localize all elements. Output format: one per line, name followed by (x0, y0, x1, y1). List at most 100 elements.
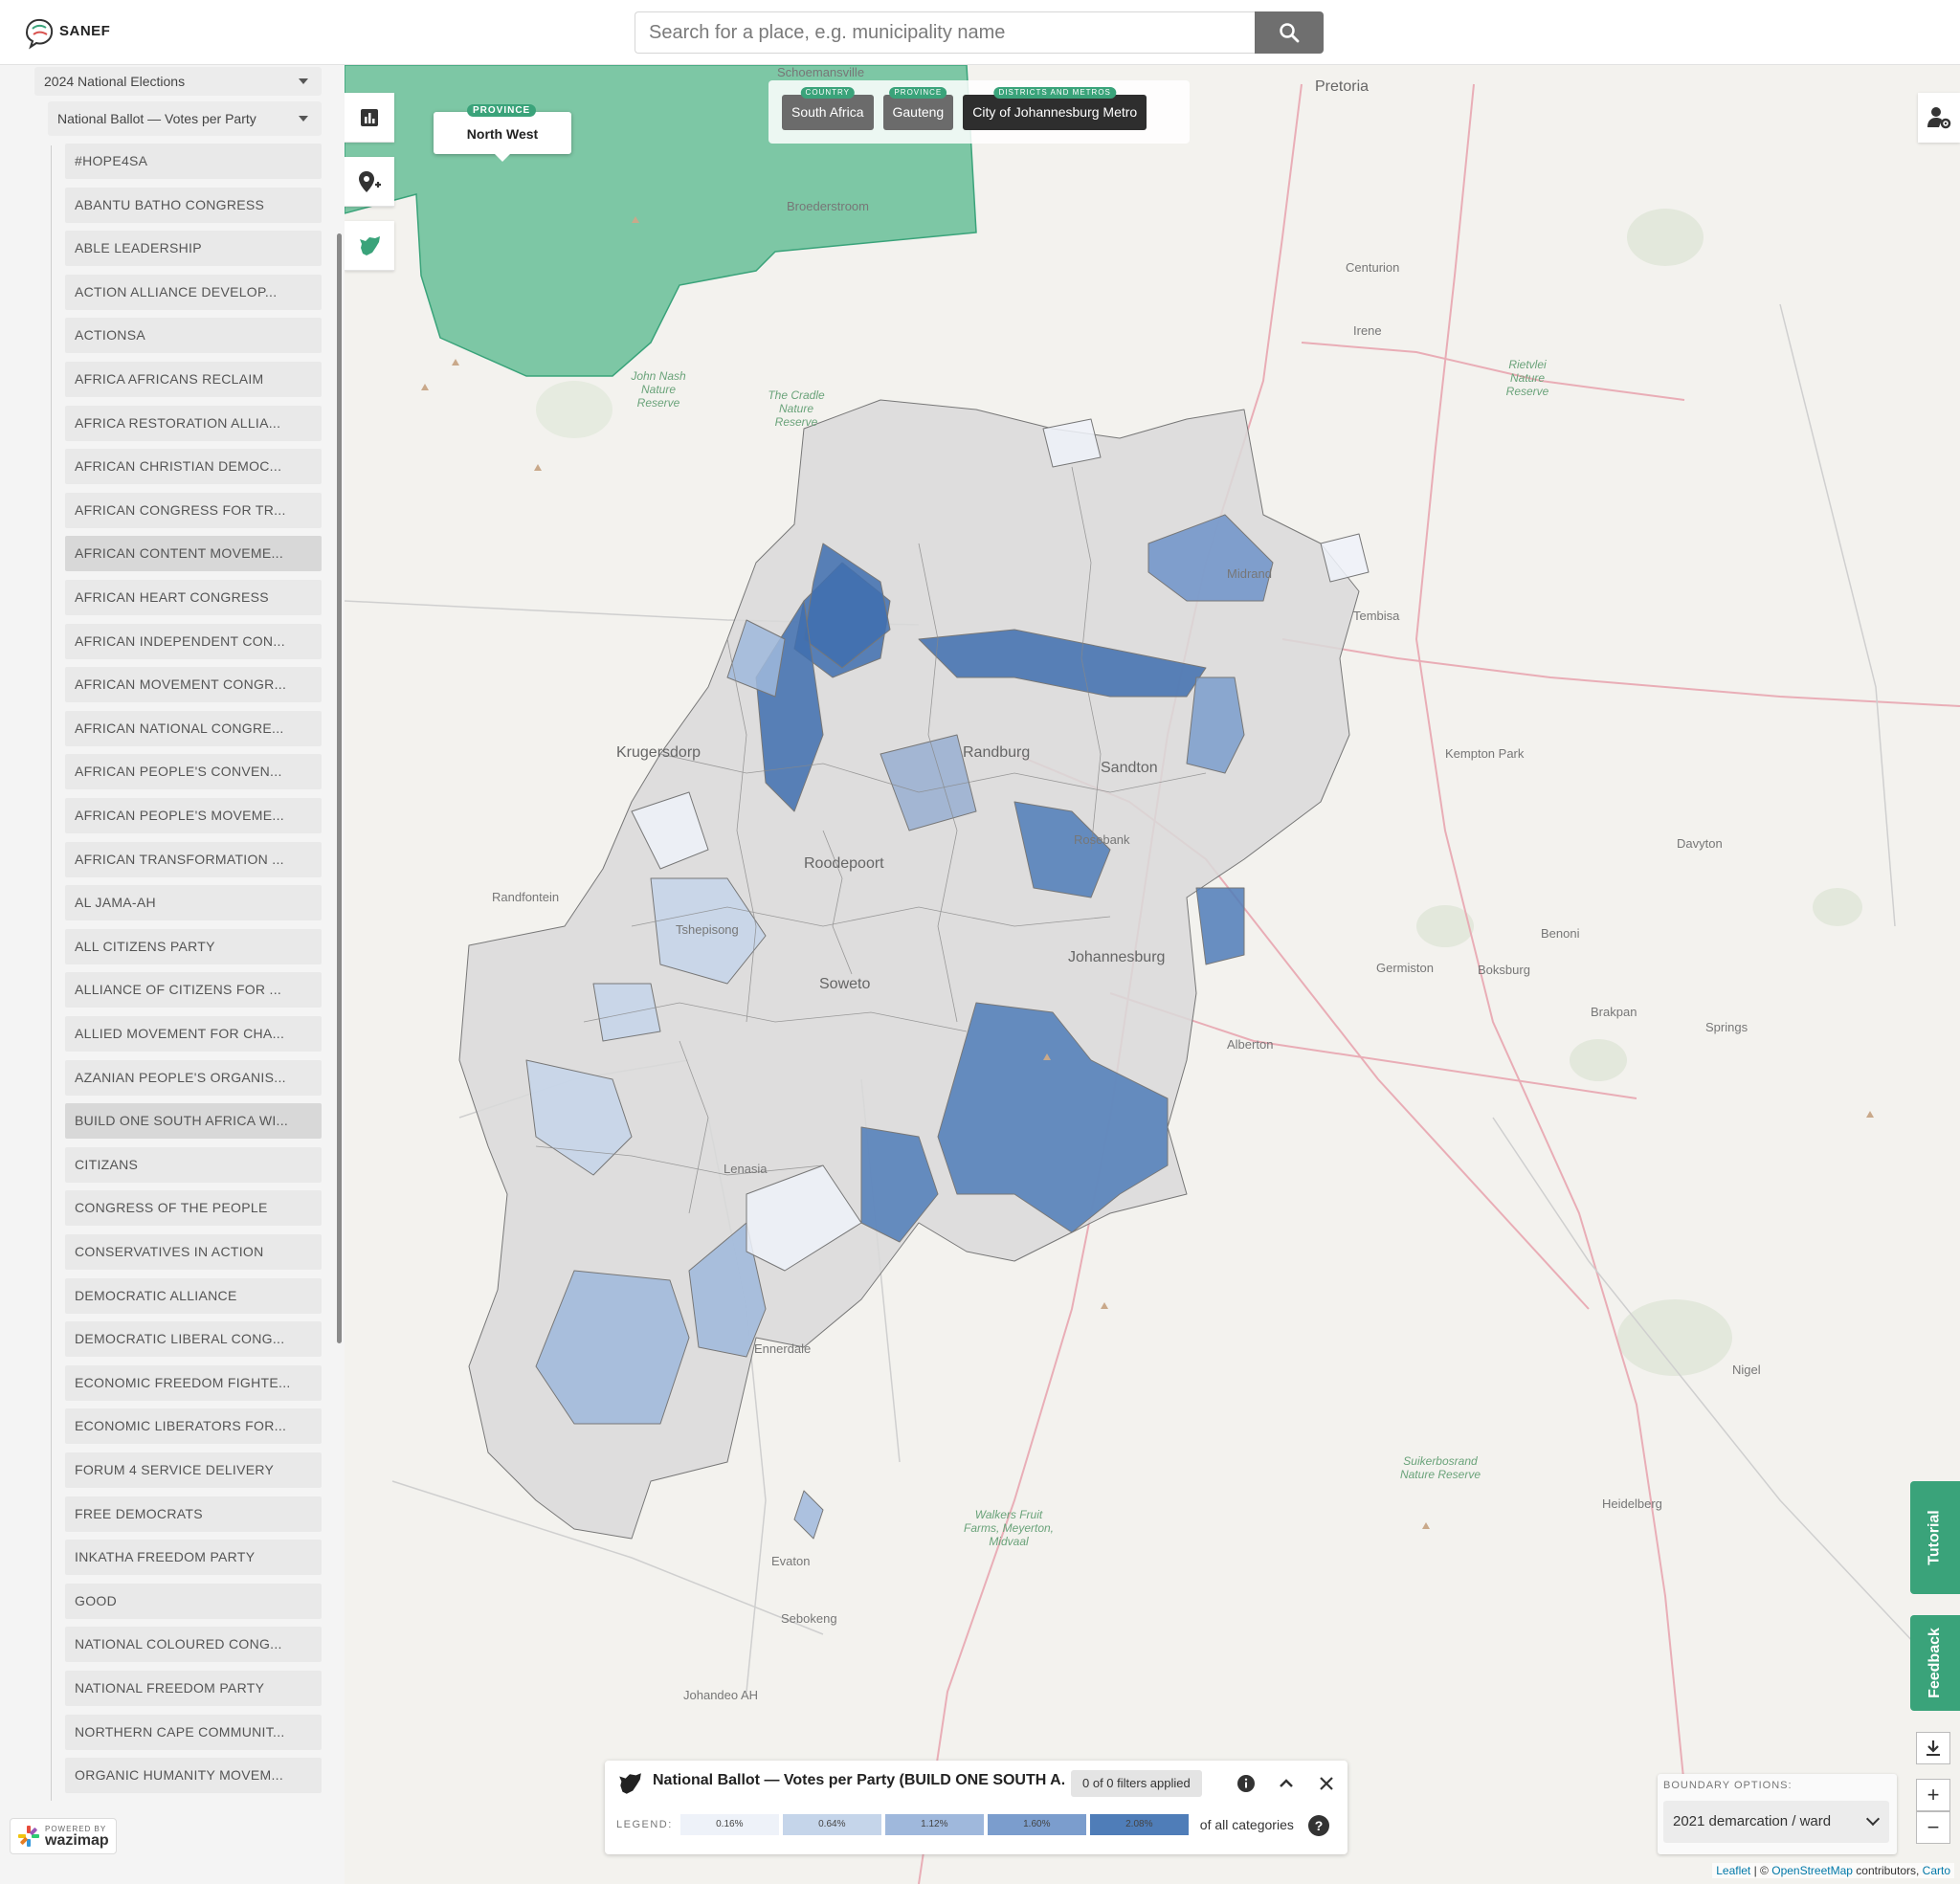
party-item[interactable]: AFRICA AFRICANS RECLAIM (65, 362, 322, 397)
breadcrumb-country[interactable]: COUNTRY South Africa (782, 86, 874, 130)
sanef-logo[interactable]: SANEF (23, 11, 110, 54)
feedback-tab[interactable]: Feedback (1910, 1615, 1960, 1711)
party-item[interactable]: ORGANIC HUMANITY MOVEM... (65, 1758, 322, 1794)
ballot-dropdown[interactable]: National Ballot — Votes per Party (48, 101, 322, 136)
party-item[interactable]: AFRICAN PEOPLE'S MOVEME... (65, 798, 322, 833)
label-cradle: The Cradle Nature Reserve (768, 388, 825, 429)
legend-swatch: 2.08% (1089, 1814, 1189, 1835)
download-button[interactable] (1916, 1732, 1950, 1764)
party-item[interactable]: #HOPE4SA (65, 144, 322, 179)
label-krugersdorp: Krugersdorp (616, 744, 702, 761)
party-item[interactable]: DEMOCRATIC ALLIANCE (65, 1277, 322, 1314)
attrib-contrib: contributors, (1852, 1864, 1923, 1877)
search-button[interactable] (1255, 11, 1324, 54)
label-sandton: Sandton (1101, 760, 1158, 776)
party-item[interactable]: CONSERVATIVES IN ACTION (65, 1234, 322, 1270)
leaflet-link[interactable]: Leaflet (1716, 1864, 1750, 1877)
party-item[interactable]: ABLE LEADERSHIP (65, 231, 322, 267)
add-point-button[interactable] (345, 157, 394, 207)
party-item[interactable]: NATIONAL FREEDOM PARTY (65, 1671, 322, 1706)
map-area[interactable]: Pretoria Centurion Irene Krugersdorp Ran… (345, 65, 1960, 1884)
party-item[interactable]: AFRICAN CHRISTIAN DEMOC... (65, 449, 322, 485)
party-item[interactable]: GOOD (65, 1583, 322, 1619)
breadcrumb: COUNTRY South Africa PROVINCE Gauteng DI… (768, 80, 1190, 144)
label-benoni: Benoni (1541, 926, 1580, 941)
party-item[interactable]: FORUM 4 SERVICE DELIVERY (65, 1452, 322, 1488)
search-icon (1280, 23, 1300, 43)
party-item[interactable]: AL JAMA-AH (65, 885, 322, 921)
party-item[interactable]: ALLIED MOVEMENT FOR CHA... (65, 1016, 322, 1052)
party-item[interactable]: ECONOMIC LIBERATORS FOR... (65, 1408, 322, 1445)
info-icon (1237, 1775, 1255, 1792)
map-layer-button[interactable] (345, 221, 394, 271)
label-roodepoort: Roodepoort (804, 855, 884, 872)
party-item[interactable]: ALLIANCE OF CITIZENS FOR ... (65, 972, 322, 1008)
party-item[interactable]: ALL CITIZENS PARTY (65, 928, 322, 964)
party-item[interactable]: NORTHERN CAPE COMMUNIT... (65, 1714, 322, 1750)
osm-link[interactable]: OpenStreetMap (1771, 1864, 1853, 1877)
party-item[interactable]: AFRICAN PEOPLE'S CONVEN... (65, 754, 322, 790)
user-settings-button[interactable] (1918, 93, 1960, 143)
map-pin-plus-icon (359, 170, 381, 192)
sidebar-scrollbar[interactable] (337, 233, 342, 1343)
carto-link[interactable]: Carto (1923, 1864, 1950, 1877)
label-johannesburg: Johannesburg (1068, 949, 1166, 965)
search-input[interactable] (635, 11, 1255, 54)
collapse-button[interactable] (1277, 1774, 1296, 1793)
party-item[interactable]: BUILD ONE SOUTH AFRICA WI... (65, 1103, 322, 1140)
filters-badge[interactable]: 0 of 0 filters applied (1071, 1770, 1202, 1797)
party-item[interactable]: ABANTU BATHO CONGRESS (65, 187, 322, 223)
party-item[interactable]: DEMOCRATIC LIBERAL CONG... (65, 1321, 322, 1358)
legend-row: LEGEND: 0.16% 0.64% 1.12% 1.60% 2.08% of… (616, 1814, 1294, 1835)
breadcrumb-tag: PROVINCE (889, 86, 947, 99)
breadcrumb-metro[interactable]: DISTRICTS AND METROS City of Johannesbur… (963, 86, 1147, 130)
label-walkers: Walkers Fruit Farms, Meyerton, Midvaal (963, 1508, 1055, 1548)
party-item[interactable]: AFRICAN CONTENT MOVEME... (65, 536, 322, 572)
info-button[interactable] (1236, 1774, 1256, 1793)
party-item[interactable]: AFRICAN NATIONAL CONGRE... (65, 710, 322, 746)
label-brakpan: Brakpan (1591, 1005, 1637, 1019)
party-item[interactable]: NATIONAL COLOURED CONG... (65, 1627, 322, 1663)
party-item[interactable]: ECONOMIC FREEDOM FIGHTE... (65, 1364, 322, 1401)
label-tembisa: Tembisa (1353, 609, 1400, 623)
chevron-up-icon (1280, 1779, 1293, 1787)
tutorial-tab[interactable]: Tutorial (1910, 1481, 1960, 1594)
zoom-out-button[interactable]: − (1916, 1811, 1950, 1844)
label-heidelberg: Heidelberg (1602, 1496, 1662, 1511)
party-item[interactable]: AFRICA RESTORATION ALLIA... (65, 405, 322, 441)
label-john-nash: John Nash Nature Reserve (631, 369, 686, 410)
party-item[interactable]: AFRICAN MOVEMENT CONGR... (65, 667, 322, 703)
election-dropdown-label: 2024 National Elections (44, 74, 186, 89)
chart-tool-button[interactable] (345, 93, 394, 143)
map-canvas[interactable] (345, 65, 1960, 1884)
park-area (1570, 1039, 1627, 1081)
party-item[interactable]: AFRICAN CONGRESS FOR TR... (65, 492, 322, 528)
election-dropdown[interactable]: 2024 National Elections (34, 67, 322, 96)
label-rosebank: Rosebank (1074, 832, 1130, 847)
party-item[interactable]: AFRICAN HEART CONGRESS (65, 580, 322, 615)
party-item[interactable]: INKATHA FREEDOM PARTY (65, 1540, 322, 1576)
party-item[interactable]: CONGRESS OF THE PEOPLE (65, 1190, 322, 1227)
label-springs: Springs (1705, 1020, 1748, 1034)
tooltip-name: North West (466, 126, 539, 142)
legend-label: LEGEND: (616, 1819, 673, 1830)
park-area (1627, 209, 1704, 266)
zoom-in-button[interactable]: + (1916, 1779, 1950, 1811)
party-item[interactable]: AZANIAN PEOPLE'S ORGANIS... (65, 1059, 322, 1096)
help-button[interactable]: ? (1307, 1814, 1330, 1837)
party-item[interactable]: FREE DEMOCRATS (65, 1496, 322, 1532)
party-item[interactable]: AFRICAN TRANSFORMATION ... (65, 841, 322, 877)
boundary-select[interactable]: 2021 demarcation / ward (1663, 1801, 1889, 1843)
powered-by-wazimap[interactable]: POWERED BY wazimap (10, 1818, 117, 1854)
label-nigel: Nigel (1732, 1363, 1761, 1377)
party-item[interactable]: CITIZANS (65, 1146, 322, 1183)
help-icon: ? (1308, 1815, 1329, 1836)
legend-suffix: of all categories (1199, 1817, 1294, 1832)
party-item[interactable]: AFRICAN INDEPENDENT CON... (65, 623, 322, 659)
park-area (1617, 1299, 1732, 1376)
party-item[interactable]: ACTION ALLIANCE DEVELOP... (65, 274, 322, 310)
party-item[interactable]: ACTIONSA (65, 318, 322, 354)
close-button[interactable] (1317, 1774, 1336, 1793)
breadcrumb-province[interactable]: PROVINCE Gauteng (882, 86, 954, 130)
map-attribution: Leaflet | © OpenStreetMap contributors, … (1712, 1863, 1954, 1878)
